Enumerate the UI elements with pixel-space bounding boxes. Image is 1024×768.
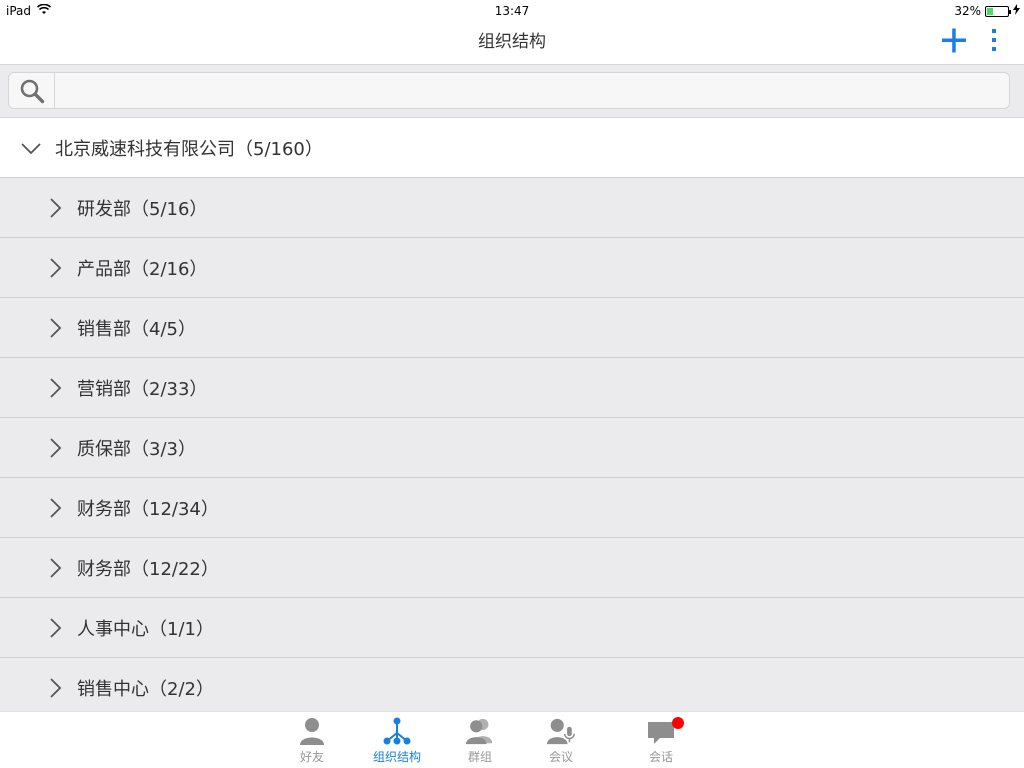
- search-icon[interactable]: [9, 73, 55, 108]
- tab-label: 好友: [299, 750, 324, 764]
- chevron-right-icon: [50, 557, 62, 578]
- unread-badge: [672, 717, 684, 729]
- meeting-icon: [546, 716, 576, 746]
- tab-chats[interactable]: 会话: [626, 716, 696, 766]
- plus-icon: [942, 28, 966, 53]
- search-input[interactable]: [57, 73, 1007, 108]
- department-label: 销售中心（2/2）: [77, 678, 214, 700]
- department-label: 营销部（2/33）: [77, 378, 208, 400]
- department-row[interactable]: 财务部（12/34）: [0, 478, 1024, 538]
- department-label: 质保部（3/3）: [77, 438, 196, 460]
- page-title: 组织结构: [478, 32, 546, 52]
- chevron-right-icon: [50, 497, 62, 518]
- add-button[interactable]: [938, 26, 968, 56]
- department-row[interactable]: 产品部（2/16）: [0, 238, 1024, 298]
- status-time: 13:47: [494, 4, 530, 18]
- department-label: 财务部（12/34）: [77, 498, 219, 520]
- chevron-right-icon: [50, 197, 62, 218]
- bolt-icon: [1013, 4, 1020, 18]
- app-window: iPad 13:47 32% 组织结构 北京威速科技有限公司（5/160） 研发…: [0, 0, 1024, 768]
- department-row[interactable]: 质保部（3/3）: [0, 418, 1024, 478]
- tab-friends[interactable]: 好友: [277, 716, 347, 766]
- tab-label: 组织结构: [372, 750, 421, 764]
- department-row[interactable]: 销售部（4/5）: [0, 298, 1024, 358]
- department-row[interactable]: 销售中心（2/2）: [0, 658, 1024, 711]
- more-vertical-icon: [992, 29, 996, 51]
- battery-icon: [985, 5, 1011, 17]
- tab-label: 群组: [467, 750, 492, 764]
- department-label: 财务部（12/22）: [77, 558, 219, 580]
- department-list: 研发部（5/16） 产品部（2/16） 销售部（4/5） 营销部（2/33） 质…: [0, 178, 1024, 711]
- department-row[interactable]: 营销部（2/33）: [0, 358, 1024, 418]
- tab-label: 会议: [548, 750, 573, 764]
- battery-fill: [987, 7, 994, 15]
- chevron-right-icon: [50, 677, 62, 698]
- org-root-row[interactable]: 北京威速科技有限公司（5/160）: [0, 118, 1024, 178]
- org-tree-icon: [382, 716, 412, 746]
- person-icon: [297, 716, 327, 746]
- department-row[interactable]: 人事中心（1/1）: [0, 598, 1024, 658]
- chevron-down-icon: [21, 142, 41, 154]
- department-label: 人事中心（1/1）: [77, 618, 214, 640]
- department-label: 研发部（5/16）: [77, 198, 208, 220]
- department-row[interactable]: 研发部（5/16）: [0, 178, 1024, 238]
- tab-groups[interactable]: 群组: [445, 716, 515, 766]
- chevron-right-icon: [50, 617, 62, 638]
- more-button[interactable]: [984, 26, 1004, 56]
- search-area: [0, 65, 1024, 118]
- chevron-right-icon: [50, 317, 62, 338]
- group-icon: [465, 716, 495, 746]
- tab-bar: 好友 组织结构 群组 会议 会话: [0, 711, 1024, 768]
- search-box[interactable]: [8, 72, 1010, 109]
- status-bar: iPad 13:47 32%: [0, 0, 1024, 22]
- department-label: 销售部（4/5）: [77, 318, 196, 340]
- nav-bar: 组织结构: [0, 22, 1024, 65]
- tab-meetings[interactable]: 会议: [526, 716, 596, 766]
- status-right: 32%: [954, 4, 1020, 18]
- chevron-right-icon: [50, 257, 62, 278]
- chevron-right-icon: [50, 437, 62, 458]
- chevron-right-icon: [50, 377, 62, 398]
- department-row[interactable]: 财务部（12/22）: [0, 538, 1024, 598]
- department-label: 产品部（2/16）: [77, 258, 208, 280]
- tab-org[interactable]: 组织结构: [362, 716, 432, 766]
- tab-label: 会话: [648, 750, 673, 764]
- battery-percent: 32%: [954, 4, 981, 18]
- org-name: 北京威速科技有限公司（5/160）: [55, 138, 323, 160]
